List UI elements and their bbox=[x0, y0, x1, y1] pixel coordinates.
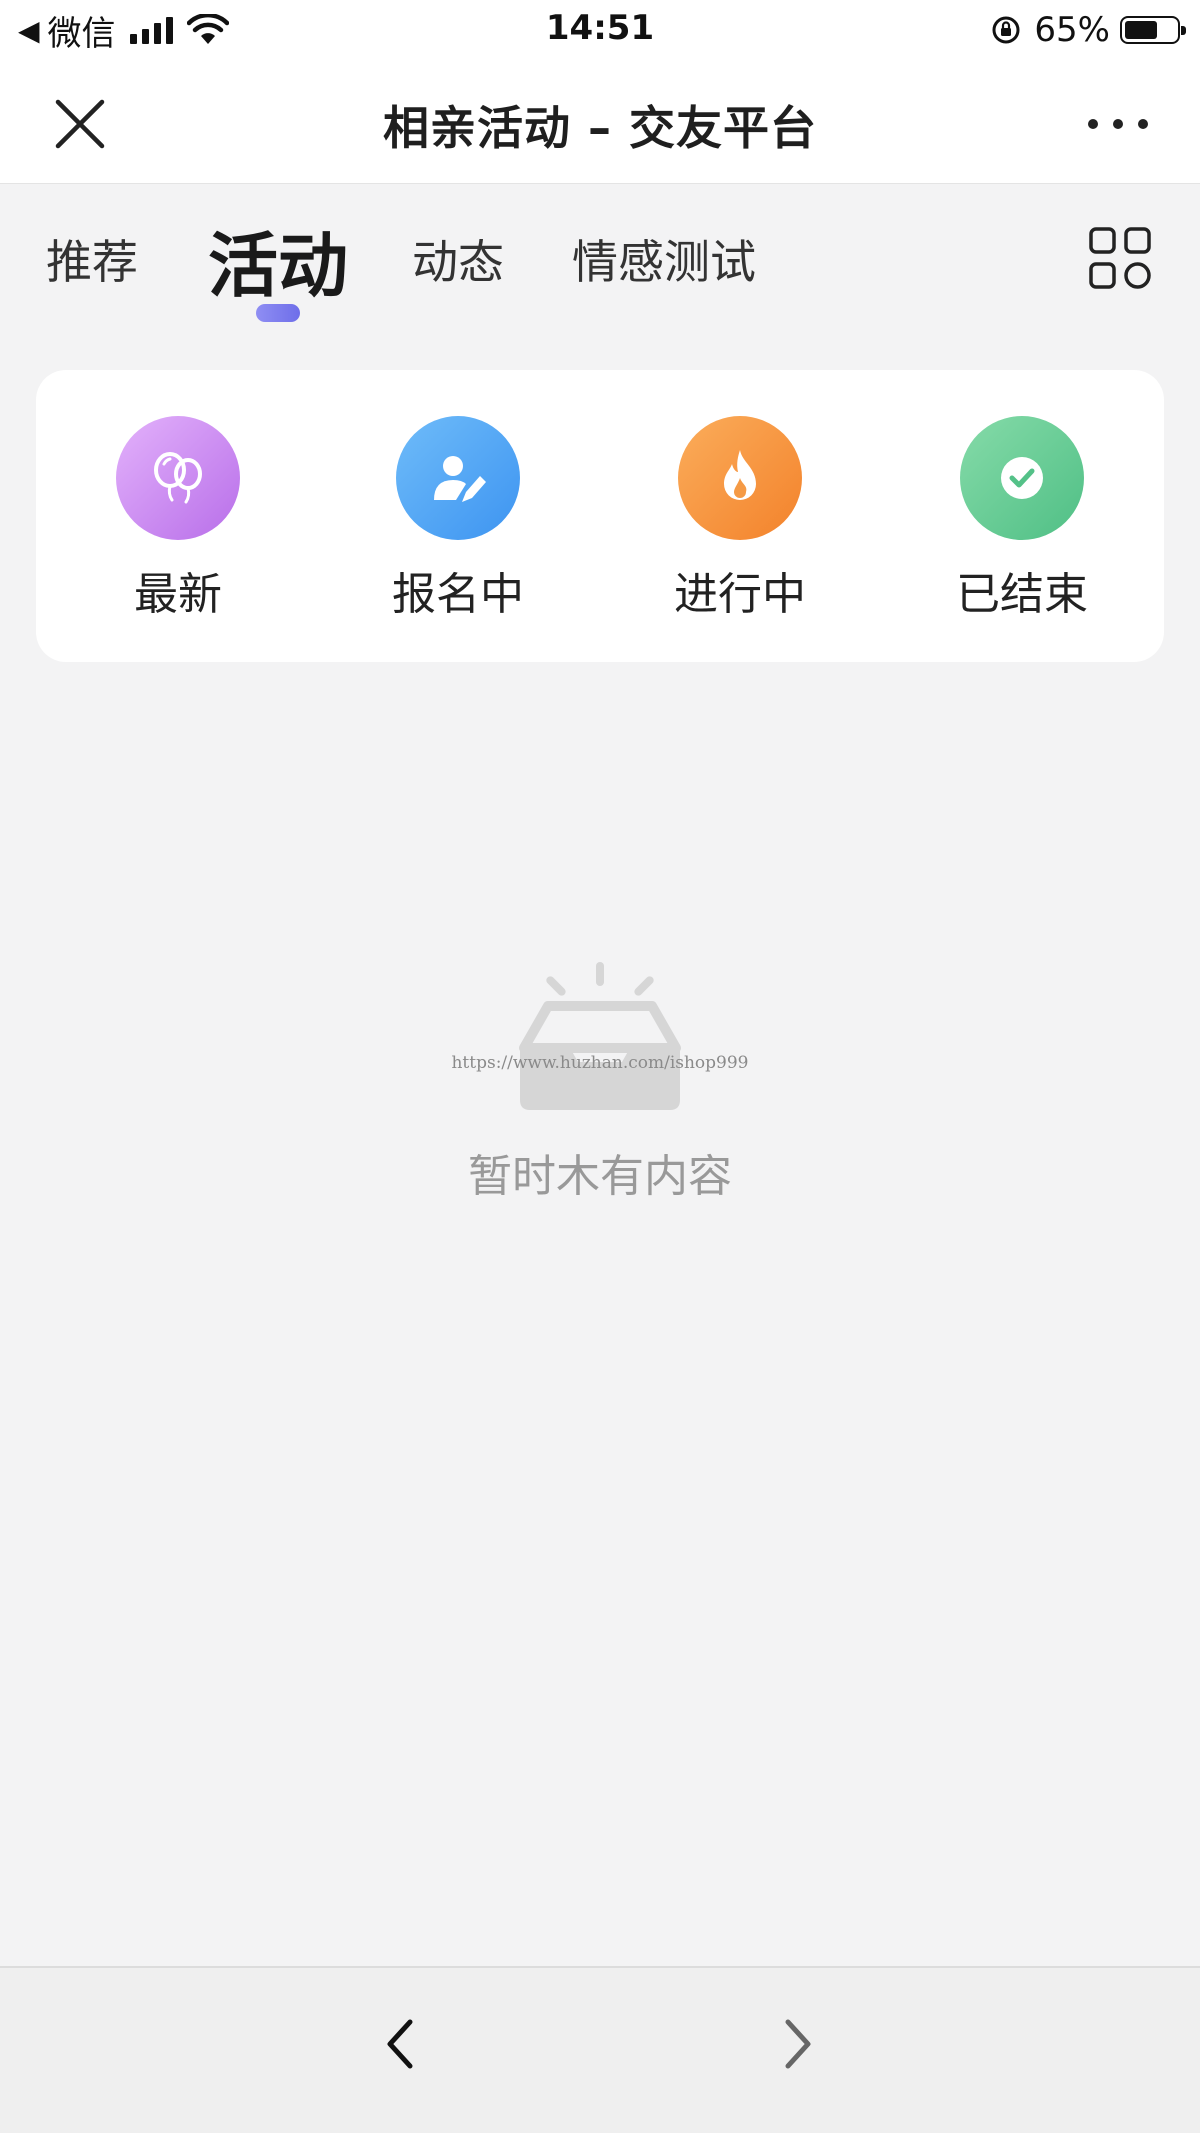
battery-percent: 65% bbox=[1034, 10, 1110, 50]
page-title: 相亲活动 – 交友平台 bbox=[382, 101, 818, 155]
category-signing-up[interactable]: 报名中 bbox=[378, 416, 538, 622]
battery-fill bbox=[1125, 21, 1157, 39]
active-tab-indicator bbox=[256, 304, 300, 322]
chevron-right-icon[interactable] bbox=[766, 2014, 826, 2074]
balloons-icon bbox=[116, 416, 240, 540]
category-card: 最新 报名中 进行中 已结束 bbox=[36, 370, 1164, 662]
empty-box-icon bbox=[519, 962, 681, 1110]
rotation-lock-icon bbox=[992, 16, 1020, 44]
tab-activity[interactable]: 活动 bbox=[208, 210, 348, 311]
signup-pen-icon bbox=[396, 416, 520, 540]
status-right: 65% bbox=[990, 8, 1186, 52]
app-page: ◀ 微信 14:51 65% 相亲活动 – 交友平台 推荐 活动 动态 情感测试… bbox=[0, 0, 1200, 2133]
chevron-left-icon[interactable] bbox=[372, 2014, 432, 2074]
category-label: 报名中 bbox=[392, 569, 524, 620]
category-in-progress[interactable]: 进行中 bbox=[660, 416, 820, 622]
category-label: 最新 bbox=[134, 569, 222, 620]
bottom-nav-bar bbox=[0, 1966, 1200, 2133]
category-label: 已结束 bbox=[956, 569, 1088, 620]
tab-moments[interactable]: 动态 bbox=[412, 226, 504, 292]
empty-illustration: https://www.huzhan.com/ishop999 bbox=[450, 960, 750, 1120]
battery-icon bbox=[1120, 16, 1186, 44]
tab-recommend[interactable]: 推荐 bbox=[46, 226, 138, 292]
tab-emotion-test[interactable]: 情感测试 bbox=[572, 226, 756, 292]
empty-state: https://www.huzhan.com/ishop999 暂时木有内容 bbox=[0, 960, 1200, 1204]
category-ended[interactable]: 已结束 bbox=[942, 416, 1102, 622]
grid-menu-icon[interactable] bbox=[1088, 226, 1152, 290]
tab-bar: 推荐 活动 动态 情感测试 bbox=[0, 186, 1200, 336]
category-label: 进行中 bbox=[674, 569, 806, 620]
nav-bar: 相亲活动 – 交友平台 bbox=[0, 62, 1200, 184]
watermark-text: https://www.huzhan.com/ishop999 bbox=[451, 1053, 749, 1073]
empty-message: 暂时木有内容 bbox=[468, 1151, 732, 1202]
status-bar: ◀ 微信 14:51 65% bbox=[0, 0, 1200, 62]
category-latest[interactable]: 最新 bbox=[98, 416, 258, 622]
check-icon bbox=[960, 416, 1084, 540]
fire-icon bbox=[678, 416, 802, 540]
more-options-icon[interactable] bbox=[1088, 112, 1148, 136]
